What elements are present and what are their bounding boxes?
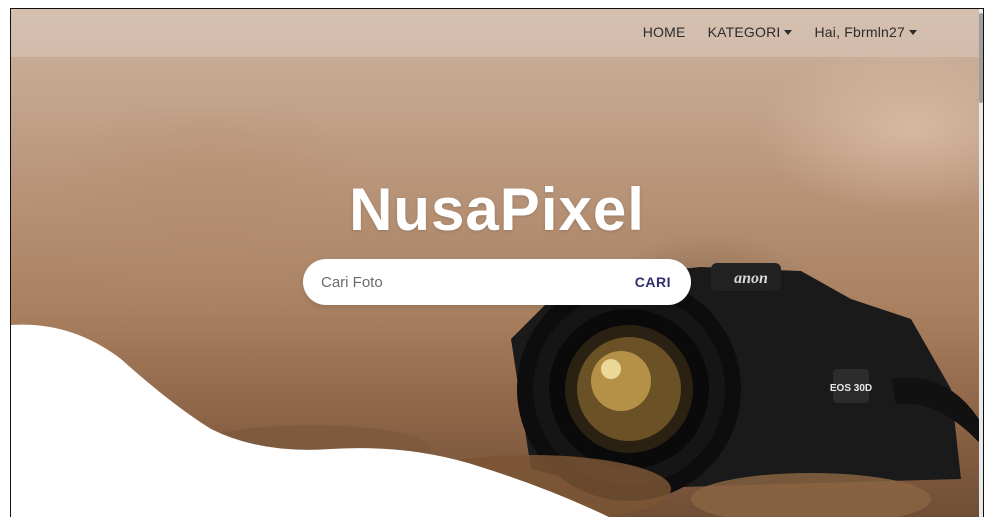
scrollbar-thumb[interactable] <box>979 13 983 103</box>
top-navbar: HOME KATEGORI Hai, Fbrmln27 <box>11 9 983 57</box>
search-button[interactable]: CARI <box>629 273 677 291</box>
nav-links: HOME KATEGORI Hai, Fbrmln27 <box>643 24 917 40</box>
nav-home-link[interactable]: HOME <box>643 24 686 40</box>
page-frame: EOS 30D anon HOME KATEGORI Hai, Fbrmln27… <box>10 8 984 517</box>
nav-kategori-dropdown[interactable]: KATEGORI <box>708 24 793 40</box>
caret-down-icon <box>909 29 917 35</box>
user-greeting-label: Hai, Fbrmln27 <box>814 24 905 40</box>
brand-title: NusaPixel <box>349 176 645 243</box>
search-input[interactable] <box>319 272 629 292</box>
user-menu-dropdown[interactable]: Hai, Fbrmln27 <box>814 24 917 40</box>
nav-kategori-label: KATEGORI <box>707 24 781 40</box>
caret-down-icon <box>784 29 793 35</box>
search-bar: CARI <box>303 259 691 305</box>
page-scrollbar[interactable] <box>979 9 983 517</box>
nav-home-label: HOME <box>642 24 686 40</box>
